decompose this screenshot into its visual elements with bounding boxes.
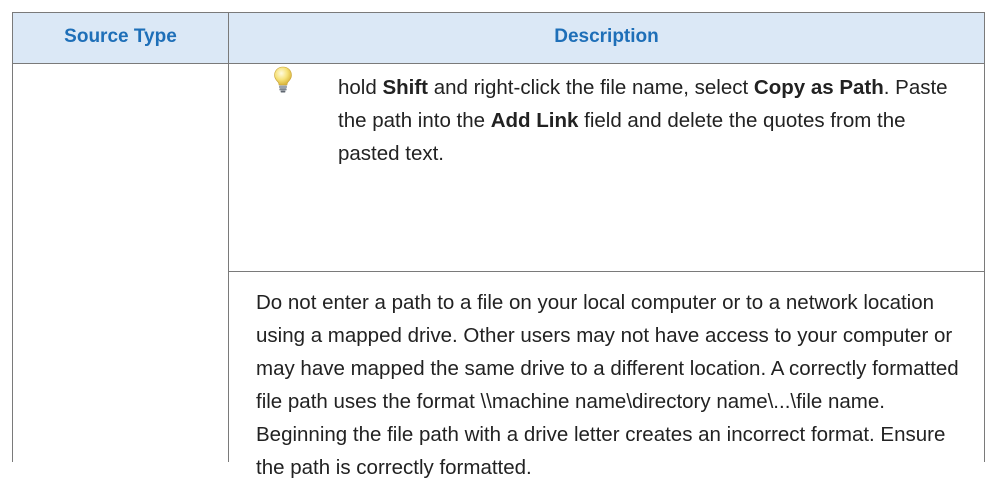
lightbulb-icon xyxy=(274,66,292,93)
tip-text: hold Shift and right-click the file name… xyxy=(338,71,968,170)
header-source-type: Source Type xyxy=(64,26,177,47)
table-header-row: Source Type Description xyxy=(13,12,984,64)
tip-text-run: hold xyxy=(338,76,383,99)
tip-text-bold: Add Link xyxy=(490,109,579,132)
tip-text-bold: Copy as Path xyxy=(753,76,884,99)
tip-text-bold: Shift xyxy=(382,76,429,99)
column-divider xyxy=(228,12,229,462)
tip-text-run: and right-click the file name, select xyxy=(428,76,754,99)
description-paragraph: Do not enter a path to a file on your lo… xyxy=(256,291,959,479)
row-divider xyxy=(228,271,984,272)
header-description: Description xyxy=(554,26,659,47)
description-table: Source Type Description hold Shift and r… xyxy=(12,12,985,479)
